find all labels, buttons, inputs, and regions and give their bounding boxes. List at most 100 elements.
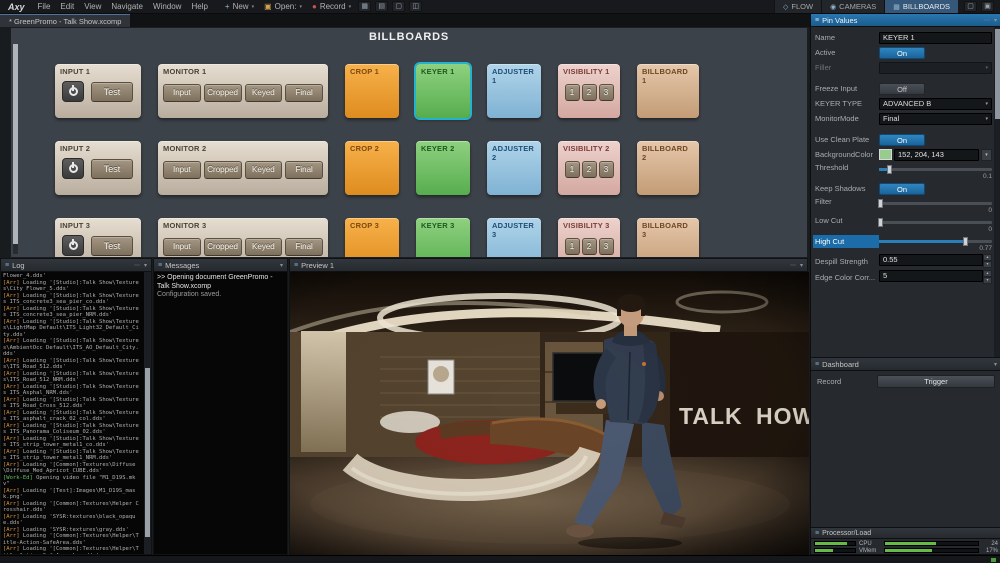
chevron-down-icon[interactable]: ▾ bbox=[252, 4, 255, 10]
scrollbar-thumb[interactable] bbox=[995, 29, 1000, 119]
menu-edit[interactable]: Edit bbox=[55, 2, 79, 11]
power-button[interactable] bbox=[62, 158, 84, 179]
document-tab[interactable]: * GreenPromo - Talk Show.xcomp bbox=[0, 14, 130, 27]
spin-down-button[interactable]: ▼ bbox=[983, 277, 992, 284]
log-content[interactable]: Flower_4.dds'[Arr] Loading '[Studio]:Tal… bbox=[1, 272, 144, 554]
visibility-1-button[interactable]: 1 bbox=[565, 161, 580, 178]
pin-low-cut-slider[interactable] bbox=[879, 221, 992, 224]
pin-values-scrollbar[interactable] bbox=[994, 27, 1000, 357]
billboard-cell-input-1[interactable]: INPUT 1Test bbox=[55, 64, 141, 118]
visibility-1-button[interactable]: 1 bbox=[565, 238, 580, 255]
log-panel-header[interactable]: ≡ Log ⋯▾ bbox=[1, 259, 151, 272]
monitor-layout-icon[interactable]: ▦ bbox=[358, 1, 371, 12]
layout-icon[interactable]: ▢ bbox=[964, 1, 977, 12]
billboards-scrollbar[interactable] bbox=[13, 44, 18, 254]
visibility-3-button[interactable]: 3 bbox=[599, 161, 614, 178]
pin-active-toggle[interactable]: On bbox=[879, 47, 925, 59]
slider-handle[interactable] bbox=[878, 218, 883, 227]
test-button[interactable]: Test bbox=[91, 236, 133, 256]
billboard-cell-visibility-3[interactable]: VISIBILITY 3123 bbox=[558, 218, 620, 258]
visibility-1-button[interactable]: 1 bbox=[565, 84, 580, 101]
power-button[interactable] bbox=[62, 81, 84, 102]
trigger-button[interactable]: Trigger bbox=[877, 375, 995, 388]
monitor-cropped-button[interactable]: Cropped bbox=[204, 161, 242, 179]
scrollbar-thumb[interactable] bbox=[145, 368, 150, 537]
messages-content[interactable]: >> Opening document GreenPromo - Talk Sh… bbox=[154, 272, 287, 554]
monitor-cropped-button[interactable]: Cropped bbox=[204, 84, 242, 102]
preview-viewport[interactable]: TALK HOW bbox=[290, 272, 809, 556]
pin-threshold-slider[interactable] bbox=[879, 168, 992, 171]
spin-up-button[interactable]: ▲ bbox=[983, 270, 992, 277]
menu-help[interactable]: Help bbox=[186, 2, 212, 11]
visibility-2-button[interactable]: 2 bbox=[582, 84, 597, 101]
slider-handle[interactable] bbox=[887, 165, 892, 174]
preview-panel-header[interactable]: ≡ Preview 1 ⋯▾ bbox=[290, 259, 807, 272]
chevron-down-icon[interactable]: ▾ bbox=[994, 17, 997, 24]
monitor-keyed-button[interactable]: Keyed bbox=[245, 238, 283, 256]
menu-dots-icon[interactable]: ⋯ bbox=[134, 262, 140, 269]
color-picker-button[interactable]: ▾ bbox=[981, 149, 992, 161]
spin-up-button[interactable]: ▲ bbox=[983, 254, 992, 261]
billboard-cell-adjuster-3[interactable]: ADJUSTER 3 bbox=[487, 218, 541, 258]
billboard-cell-crop-3[interactable]: CROP 3 bbox=[345, 218, 399, 258]
billboard-cell-billboard-3[interactable]: BILLBOARD 3 bbox=[637, 218, 699, 258]
snapshot-icon[interactable]: ▢ bbox=[392, 1, 405, 12]
test-button[interactable]: Test bbox=[91, 82, 133, 102]
monitor-keyed-button[interactable]: Keyed bbox=[245, 84, 283, 102]
billboard-cell-monitor-1[interactable]: MONITOR 1InputCroppedKeyedFinal bbox=[158, 64, 328, 118]
monitor-final-button[interactable]: Final bbox=[285, 161, 323, 179]
chevron-down-icon[interactable]: ▾ bbox=[800, 262, 803, 269]
menu-navigate[interactable]: Navigate bbox=[106, 2, 148, 11]
power-button[interactable] bbox=[62, 235, 84, 256]
pin-values-header[interactable]: ≡ Pin Values ⋯▾ bbox=[811, 14, 1000, 27]
tab-billboards[interactable]: ▦BILLBOARDS bbox=[884, 0, 958, 13]
visibility-3-button[interactable]: 3 bbox=[599, 84, 614, 101]
dashboard-header[interactable]: ≡ Dashboard ▾ bbox=[811, 358, 1000, 371]
messages-panel-header[interactable]: ≡ Messages ▾ bbox=[154, 259, 287, 272]
menu-dots-icon[interactable]: ⋯ bbox=[984, 17, 990, 24]
billboard-cell-billboard-2[interactable]: BILLBOARD 2 bbox=[637, 141, 699, 195]
visibility-3-button[interactable]: 3 bbox=[599, 238, 614, 255]
toolbar-record-button[interactable]: ●Record▾ bbox=[308, 2, 355, 11]
toolbar-new-button[interactable]: +New▾ bbox=[221, 2, 258, 11]
pin-monitormode-dropdown[interactable]: Final▾ bbox=[879, 113, 992, 125]
monitor-final-button[interactable]: Final bbox=[285, 84, 323, 102]
tab-flow[interactable]: ◇FLOW bbox=[774, 0, 821, 13]
chevron-down-icon[interactable]: ▾ bbox=[144, 262, 147, 269]
billboard-cell-keyer-3[interactable]: KEYER 3 bbox=[416, 218, 470, 258]
tab-cameras[interactable]: ◉CAMERAS bbox=[821, 0, 884, 13]
pin-edge-color-corr-input[interactable]: 5 bbox=[879, 270, 983, 282]
billboard-cell-keyer-1[interactable]: KEYER 1 bbox=[416, 64, 470, 118]
menu-window[interactable]: Window bbox=[148, 2, 186, 11]
billboard-cell-adjuster-2[interactable]: ADJUSTER 2 bbox=[487, 141, 541, 195]
pin-filter-slider[interactable] bbox=[879, 202, 992, 205]
pin-name-input[interactable]: KEYER 1 bbox=[879, 32, 992, 44]
pin-keyer-type-dropdown[interactable]: ADVANCED B▾ bbox=[879, 98, 992, 110]
chevron-down-icon[interactable]: ▾ bbox=[280, 262, 283, 269]
test-button[interactable]: Test bbox=[91, 159, 133, 179]
pin-filler-dropdown[interactable]: ▾ bbox=[879, 62, 992, 74]
monitor-cropped-button[interactable]: Cropped bbox=[204, 238, 242, 256]
pin-despill-strength-input[interactable]: 0.55 bbox=[879, 254, 983, 266]
pin-keep-shadows-toggle[interactable]: On bbox=[879, 183, 925, 195]
menu-view[interactable]: View bbox=[79, 2, 106, 11]
visibility-2-button[interactable]: 2 bbox=[582, 238, 597, 255]
slider-handle[interactable] bbox=[878, 199, 883, 208]
billboard-cell-crop-2[interactable]: CROP 2 bbox=[345, 141, 399, 195]
billboard-cell-visibility-1[interactable]: VISIBILITY 1123 bbox=[558, 64, 620, 118]
pin-high-cut-slider[interactable] bbox=[879, 240, 992, 243]
pin-backgroundcolor-value[interactable]: 152, 204, 143 bbox=[894, 149, 979, 161]
billboard-cell-visibility-2[interactable]: VISIBILITY 2123 bbox=[558, 141, 620, 195]
pin-freeze-input-toggle[interactable]: Off bbox=[879, 83, 925, 95]
pin-use-clean-plate-toggle[interactable]: On bbox=[879, 134, 925, 146]
monitor-input-button[interactable]: Input bbox=[163, 84, 201, 102]
log-scrollbar[interactable] bbox=[144, 272, 151, 554]
toolbar-open-button[interactable]: ▣Open:▾ bbox=[260, 2, 306, 11]
pin-panel-icon[interactable]: ▣ bbox=[981, 1, 994, 12]
scrollbar-thumb[interactable] bbox=[13, 44, 18, 244]
visibility-2-button[interactable]: 2 bbox=[582, 161, 597, 178]
billboard-cell-crop-1[interactable]: CROP 1 bbox=[345, 64, 399, 118]
chevron-down-icon[interactable]: ▾ bbox=[299, 4, 302, 10]
monitor-input-button[interactable]: Input bbox=[163, 161, 201, 179]
monitor-keyed-button[interactable]: Keyed bbox=[245, 161, 283, 179]
